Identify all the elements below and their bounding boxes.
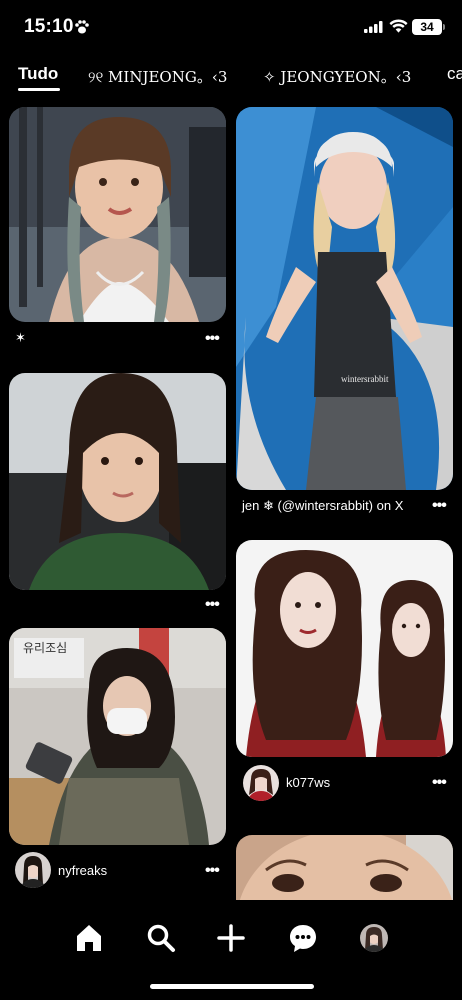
- pin-5-username[interactable]: nyfreaks: [58, 863, 107, 878]
- tab-tudo[interactable]: Tudo: [18, 64, 58, 84]
- search-icon[interactable]: [145, 922, 177, 954]
- cellular-signal-icon: [364, 21, 383, 33]
- status-bar: 15:10 34: [0, 0, 462, 52]
- pin-image-5[interactable]: 유리조심: [9, 628, 226, 845]
- pin-image-4[interactable]: [236, 540, 453, 757]
- messages-icon[interactable]: [287, 922, 319, 954]
- home-icon[interactable]: [73, 922, 105, 954]
- tab-jeongyeon[interactable]: ✧ JEONGYEON。‹3: [263, 66, 411, 87]
- wifi-icon: [389, 19, 408, 33]
- home-indicator: [150, 984, 314, 989]
- pin-3-more-icon[interactable]: •••: [205, 596, 220, 614]
- pin-4-more-icon[interactable]: •••: [432, 774, 447, 792]
- pin-5-user-avatar[interactable]: [15, 852, 51, 888]
- pin-5-more-icon[interactable]: •••: [205, 862, 220, 880]
- board-tabs: Tudo ୨୧ MINJEONG。‹3 ✧ JEONGYEON。‹3 ca: [0, 60, 462, 96]
- battery-level: 34: [420, 20, 434, 34]
- pin-2-caption: jen ❄ (@wintersrabbit) on X: [242, 498, 404, 513]
- pin-image-1[interactable]: [9, 107, 226, 322]
- pin-5-sign-text: 유리조심: [23, 641, 67, 655]
- pin-4-user-avatar[interactable]: [243, 765, 279, 801]
- pin-image-3[interactable]: [9, 373, 226, 590]
- tab-partial[interactable]: ca: [447, 64, 462, 84]
- pin-2-more-icon[interactable]: •••: [432, 497, 447, 515]
- profile-avatar[interactable]: [360, 924, 388, 952]
- battery-indicator: 34: [412, 19, 445, 35]
- pin-4-username[interactable]: k077ws: [286, 775, 330, 790]
- pin-image-2[interactable]: wintersrabbit: [236, 107, 453, 490]
- clock: 15:10: [24, 16, 74, 37]
- tab-minjeong[interactable]: ୨୧ MINJEONG。‹3: [88, 66, 227, 87]
- pin-1-more-icon[interactable]: •••: [205, 330, 220, 348]
- create-icon[interactable]: [215, 922, 247, 954]
- paw-icon: [75, 20, 89, 34]
- pin-2-watermark: wintersrabbit: [341, 374, 389, 384]
- pin-1-caption: ✶: [15, 330, 26, 345]
- active-tab-underline: [18, 88, 60, 91]
